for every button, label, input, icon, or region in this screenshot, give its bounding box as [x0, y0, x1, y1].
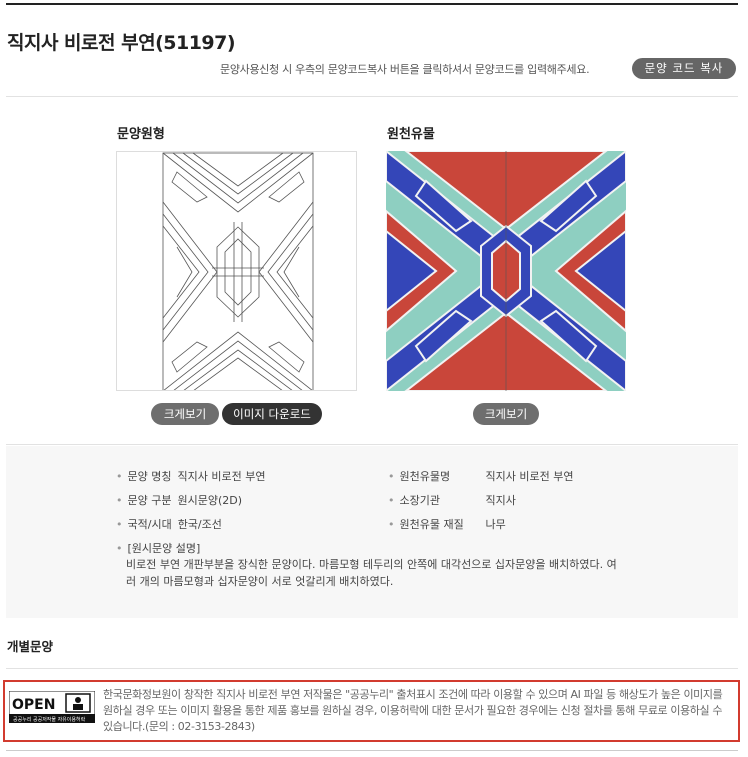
pattern-enlarge-button[interactable]: 크게보기: [151, 403, 219, 425]
page-title: 직지사 비로전 부연(51197): [7, 32, 236, 54]
original-image[interactable]: [386, 151, 626, 391]
info-row-artifact-name: • 원천유물명 직지사 비로전 부연: [388, 470, 574, 483]
license-box: OPEN 공공누리 공공저작물 자유이용허락 한국문화정보원이 창작한 직지사 …: [3, 680, 740, 742]
original-enlarge-button[interactable]: 크게보기: [473, 403, 539, 425]
pattern-image[interactable]: [116, 151, 357, 391]
logo-open-text: OPEN: [12, 697, 55, 713]
divider: [6, 444, 738, 445]
copy-code-button[interactable]: 문양 코드 복사: [632, 58, 736, 79]
copy-notice: 문양사용신청 시 우측의 문양코드복사 버튼을 클릭하셔서 문양코드를 입력해주…: [220, 63, 590, 76]
top-divider: [6, 3, 738, 5]
artifact-photo: [386, 151, 626, 391]
image-download-button[interactable]: 이미지 다운로드: [222, 403, 322, 425]
info-row-institution: • 소장기관 직지사: [388, 494, 516, 507]
license-text: 한국문화정보원이 창작한 직지사 비로전 부연 저작물은 "공공누리" 출처표시…: [103, 688, 723, 733]
original-title: 원천유물: [387, 127, 435, 142]
logo-sub-text: 공공누리 공공저작물 자유이용허락: [13, 716, 86, 723]
divider: [6, 96, 738, 97]
individual-pattern-title: 개별문양: [7, 639, 54, 654]
info-row-era: • 국적/시대 한국/조선: [116, 518, 222, 531]
kogl-open-logo: OPEN 공공누리 공공저작물 자유이용허락: [9, 691, 95, 723]
description-label: • [원시문양 설명]: [116, 542, 201, 555]
pattern-line-drawing: [162, 152, 314, 390]
bottom-divider: [6, 750, 738, 751]
divider: [6, 668, 738, 669]
info-row-material: • 원천유물 재질 나무: [388, 518, 506, 531]
info-row-name: • 문양 명칭 직지사 비로전 부연: [116, 470, 266, 483]
pattern-title: 문양원형: [117, 127, 165, 142]
pattern-description: 비로전 부연 개판부분을 장식한 문양이다. 마름모형 테두리의 안쪽에 대각선…: [126, 558, 617, 588]
info-row-type: • 문양 구분 원시문양(2D): [116, 494, 243, 507]
